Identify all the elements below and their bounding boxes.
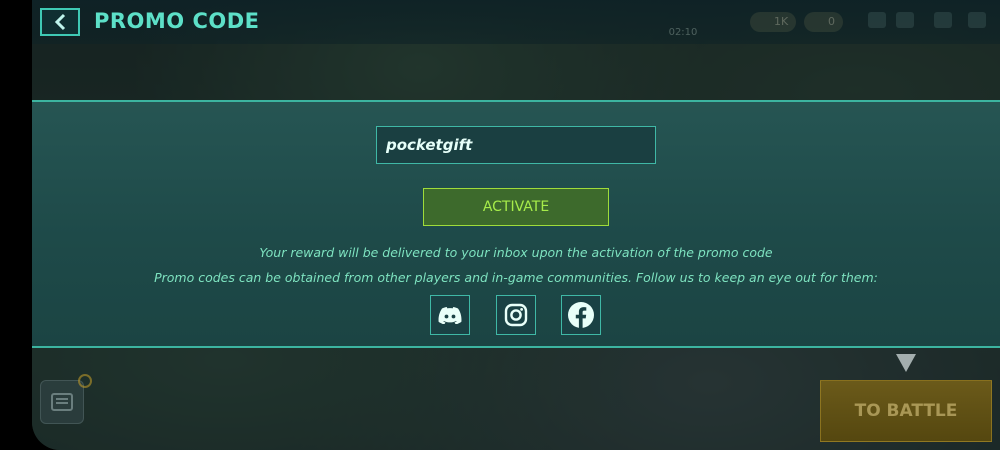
currency-chip-gem: 0 — [804, 12, 843, 32]
discord-icon — [438, 307, 462, 324]
inbox-icon — [51, 393, 73, 411]
notification-ring-icon — [78, 374, 92, 388]
chevron-left-icon — [54, 13, 66, 31]
currency-gold-value: 1K — [774, 15, 789, 28]
settings-hud-icon — [896, 12, 914, 28]
event-timer: 02:10 — [628, 14, 738, 40]
to-battle-button[interactable]: TO BATTLE — [820, 380, 992, 442]
back-button[interactable] — [40, 8, 80, 36]
instagram-icon — [504, 303, 528, 327]
event-timer-value: 02:10 — [668, 27, 698, 38]
game-screen: PROMO CODE 02:10 1K 0 ACTIVATE Your rewa… — [32, 0, 1000, 450]
page-title: PROMO CODE — [94, 9, 260, 33]
instagram-button[interactable] — [496, 295, 536, 335]
event-timer-bar — [628, 14, 738, 26]
discord-button[interactable] — [430, 295, 470, 335]
promo-code-input[interactable] — [376, 126, 656, 164]
header-bar: PROMO CODE 02:10 1K 0 — [32, 0, 1000, 44]
menu-hud-icon — [934, 12, 952, 28]
facebook-icon — [568, 302, 594, 328]
inbox-button[interactable] — [40, 380, 84, 424]
extra-hud-icon — [968, 12, 986, 28]
mail-hud-icon — [868, 12, 886, 28]
promo-source-text: Promo codes can be obtained from other p… — [154, 270, 878, 285]
facebook-button[interactable] — [561, 295, 601, 335]
currency-gem-value: 0 — [828, 15, 835, 28]
activate-button[interactable]: ACTIVATE — [423, 188, 609, 226]
reward-info-text: Your reward will be delivered to your in… — [259, 245, 773, 260]
promo-panel: ACTIVATE Your reward will be delivered t… — [32, 100, 1000, 348]
currency-chip-gold: 1K — [750, 12, 797, 32]
chevron-down-icon — [896, 354, 916, 372]
